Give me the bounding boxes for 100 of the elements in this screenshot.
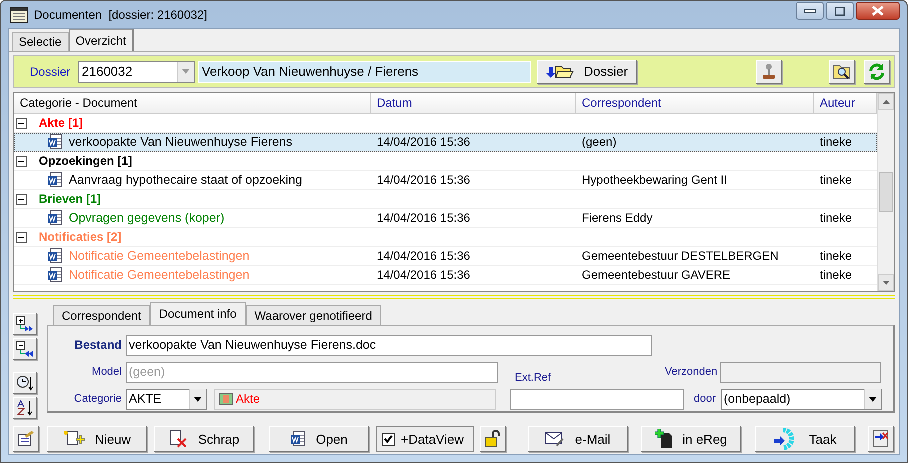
dossier-combo[interactable]: 2160032: [78, 60, 195, 82]
table-cell-text: 14/04/2016 15:36: [376, 249, 472, 263]
search-folder-button[interactable]: [829, 60, 855, 84]
minimize-button[interactable]: [796, 2, 824, 20]
field-label: Ext.Ref: [515, 372, 552, 384]
lock-button[interactable]: [480, 426, 506, 452]
table-cell-text: 14/04/2016 15:36: [376, 268, 472, 282]
word-document-icon: [47, 172, 63, 188]
verzonden-field[interactable]: [720, 362, 881, 382]
minimize-icon: [804, 9, 816, 13]
export-button[interactable]: [868, 426, 894, 452]
maximize-icon: [835, 6, 845, 16]
scroll-thumb[interactable]: [879, 172, 893, 212]
table-cell-text: Fierens Eddy: [581, 211, 654, 225]
stamp-button[interactable]: [756, 60, 782, 84]
expand-all-icon: [16, 316, 34, 332]
tab[interactable]: Document info: [150, 302, 246, 325]
document-name[interactable]: Opvragen gegevens (koper): [69, 211, 225, 225]
dropdown-arrow-icon: [182, 69, 190, 74]
table-cell-text: tineke: [819, 268, 854, 282]
sort-az-icon: [16, 399, 34, 417]
scroll-up-icon[interactable]: [882, 100, 890, 104]
door-dropdown[interactable]: (onbepaald): [721, 388, 882, 410]
checkbox-label: +DataView: [401, 432, 464, 446]
checkbox[interactable]: [382, 432, 395, 446]
dossier-label: Dossier: [29, 64, 72, 78]
tab[interactable]: Waarover genotifieerd: [246, 305, 382, 325]
table-cell-text: (geen): [581, 135, 618, 149]
window-title: Documenten [dossier: 2160032]: [34, 8, 208, 22]
dataview-checkbox[interactable]: +DataView: [376, 426, 474, 452]
table-cell-text: tineke: [819, 211, 854, 225]
word-document-icon: [47, 210, 63, 226]
word-document-icon: [47, 134, 63, 150]
refresh-button[interactable]: [864, 60, 890, 84]
column-header[interactable]: Correspondent: [576, 93, 814, 113]
collapse-all-button[interactable]: [13, 338, 37, 360]
collapse-all-icon: [16, 341, 34, 357]
envelope-icon: [545, 431, 566, 447]
close-button[interactable]: [856, 2, 900, 20]
tab[interactable]: Selectie: [12, 32, 69, 51]
dropdown-arrow-icon: [194, 396, 202, 402]
folder-icon: [546, 64, 574, 80]
tab[interactable]: Correspondent: [53, 305, 150, 325]
field-label: door: [692, 393, 717, 405]
delete-button[interactable]: Schrap: [154, 426, 254, 452]
new-document-icon: [62, 430, 85, 448]
document-name[interactable]: verkoopakte Van Nieuwenhuyse Fierens: [69, 135, 293, 149]
table-cell-text: tineke: [819, 249, 854, 263]
film-icon: [219, 393, 233, 405]
table-cell-text: Gemeentebestuur GAVERE: [581, 268, 732, 282]
field-label: Categorie: [73, 393, 123, 405]
task-button[interactable]: Taak: [755, 426, 855, 452]
form-edit-icon: [17, 430, 35, 448]
add-document-icon: [654, 429, 673, 449]
dropdown-arrow-icon: [869, 396, 877, 402]
field-label: Model: [91, 366, 123, 378]
sort-by-time-button[interactable]: [13, 372, 37, 394]
table-cell-text: tineke: [819, 173, 854, 187]
word-document-icon: [290, 431, 306, 447]
dossier-button[interactable]: Dossier: [537, 60, 637, 84]
field-label: Bestand: [74, 338, 123, 352]
group-label[interactable]: Brieven [1]: [33, 192, 102, 206]
table-cell-text: 14/04/2016 15:36: [376, 173, 472, 187]
model-field[interactable]: (geen): [126, 362, 498, 382]
collapse-icon[interactable]: [16, 118, 27, 128]
dossier-description-field: Verkoop Van Nieuwenhuyse / Fierens: [198, 60, 531, 82]
vertical-scrollbar[interactable]: [877, 93, 894, 291]
delete-document-icon: [168, 430, 188, 448]
word-document-icon: [47, 267, 63, 283]
refresh-icon: [868, 62, 886, 80]
group-label[interactable]: Opzoekingen [1]: [33, 154, 132, 168]
ext-ref-field[interactable]: [510, 388, 684, 410]
table-cell-text: Gemeentebestuur DESTELBERGEN: [581, 249, 780, 263]
stamp-icon: [761, 62, 777, 80]
table-cell-text: Hypotheekbewaring Gent II: [581, 173, 728, 187]
sort-alphabetical-button[interactable]: [13, 397, 37, 419]
categorie-dropdown[interactable]: AKTE: [126, 388, 207, 410]
register-button[interactable]: in eReg: [641, 426, 741, 452]
collapse-icon[interactable]: [16, 156, 27, 166]
scroll-down-icon[interactable]: [882, 280, 890, 284]
category-name: Akte: [236, 392, 260, 406]
padlock-icon: [485, 430, 501, 448]
properties-button[interactable]: [13, 426, 39, 452]
column-header[interactable]: Categorie - Document: [14, 93, 371, 113]
bestand-field[interactable]: verkoopakte Van Nieuwenhuyse Fierens.doc: [126, 334, 652, 356]
maximize-button[interactable]: [826, 2, 854, 20]
open-button[interactable]: Open: [269, 426, 369, 452]
group-label[interactable]: Akte [1]: [33, 116, 84, 130]
tab[interactable]: Overzicht: [68, 29, 134, 51]
clock-sort-icon: [16, 374, 34, 392]
document-name[interactable]: Aanvraag hypothecaire staat of opzoeking: [69, 173, 302, 187]
collapse-icon[interactable]: [16, 232, 27, 242]
mail-button[interactable]: e-Mail: [528, 426, 628, 452]
table-cell-text: tineke: [819, 135, 854, 149]
new-button[interactable]: Nieuw: [47, 426, 147, 452]
collapse-icon[interactable]: [16, 194, 27, 204]
expand-all-button[interactable]: [13, 313, 37, 335]
window-app-icon: [10, 6, 28, 22]
column-header[interactable]: Datum: [371, 93, 576, 113]
magnifier-folder-icon: [833, 64, 851, 80]
